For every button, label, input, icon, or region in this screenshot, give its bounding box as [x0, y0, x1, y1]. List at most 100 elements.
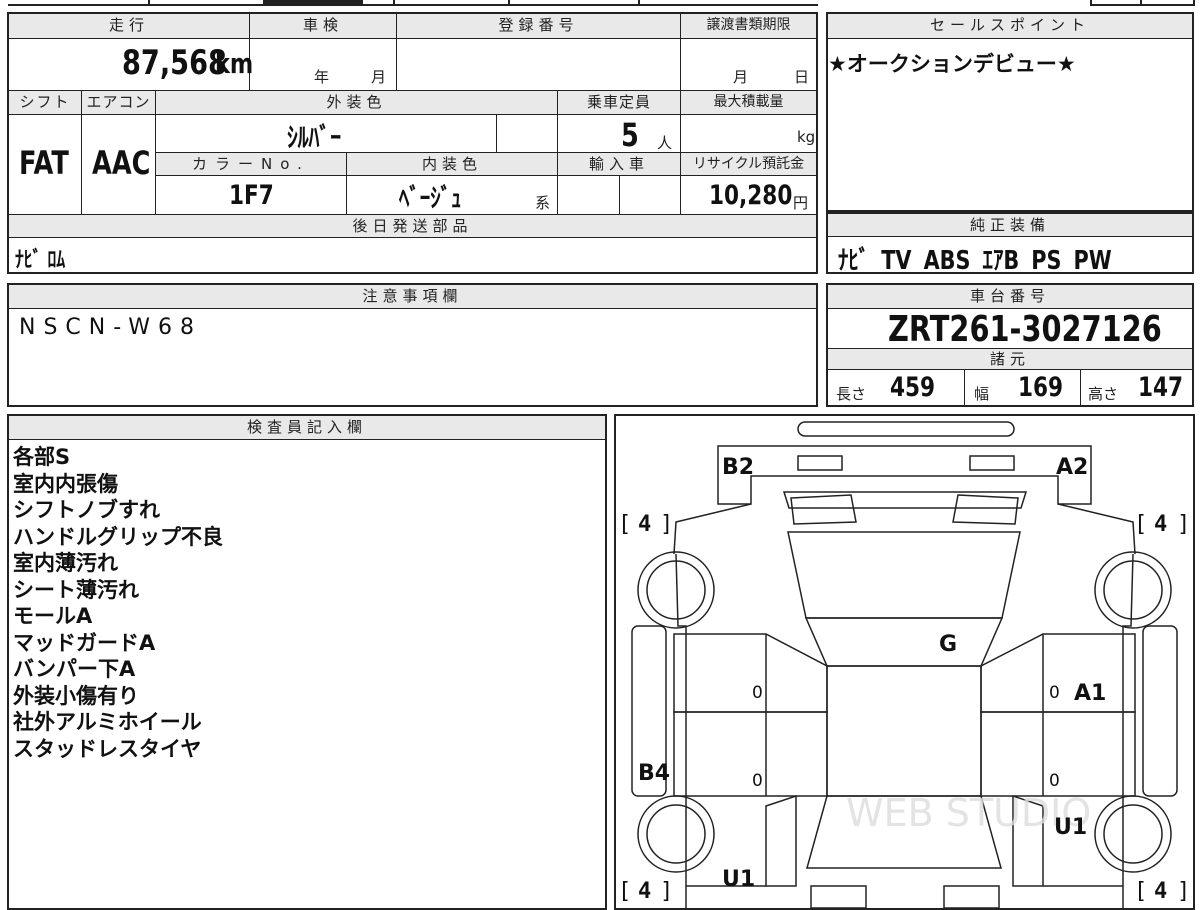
color-no-value: 1F7	[229, 180, 274, 211]
mark-g: G	[939, 632, 957, 657]
tire-rear-right-bracket: [	[1134, 879, 1147, 904]
wheel-rear-left	[637, 795, 715, 873]
sales-point-text: ★オークションデビュー★	[828, 52, 1076, 76]
mileage-unit: km	[215, 47, 254, 80]
tire-rear-right: 4	[1154, 879, 1167, 904]
windshield	[787, 531, 1021, 619]
remark-line: 室内薄汚れ	[13, 551, 118, 575]
front-end-outline	[717, 445, 1092, 505]
chassis-box: 車台番号 ZRT261-3027126 諸元 長さ 459 幅 169 高さ 1…	[826, 283, 1194, 407]
headlight-left	[797, 455, 843, 471]
registration-header: 登録番号	[397, 14, 680, 38]
exterior-color-header: 外装色	[156, 91, 557, 114]
remark-line: ハンドルグリップ不良	[13, 524, 223, 549]
inspector-box: 検査員記入欄 各部S 室内内張傷 シフトノブすれ ハンドルグリップ不良 室内薄汚…	[7, 414, 607, 910]
genuine-equipment-box: 純正装備 ﾅﾋﾞ TV ABS ｴｱB PS PW	[826, 212, 1194, 276]
remark-line: 外装小傷有り	[13, 683, 139, 708]
rear-door-left	[673, 711, 828, 797]
body-side-left	[675, 553, 687, 908]
notes-header: 注意事項欄	[9, 285, 816, 308]
tire-front-left-close: ]	[660, 512, 673, 537]
width-value: 169	[1018, 372, 1064, 403]
zero-mark: 0	[1049, 683, 1060, 703]
width-label: 幅	[974, 385, 990, 403]
inspection-header: 車検	[250, 14, 396, 38]
interior-color-value: ﾍﾞｰｼﾞｭ	[399, 184, 462, 214]
deadline-month-unit: 月	[733, 68, 749, 86]
inspection-month-unit: 月	[371, 68, 387, 86]
capacity-value: 5	[621, 116, 639, 154]
top-cut-row-right	[1090, 0, 1195, 6]
deadline-header: 譲渡書類期限	[681, 14, 816, 38]
tire-rear-left-close: ]	[660, 879, 673, 904]
tire-front-left-bracket: [	[618, 512, 631, 537]
height-value: 147	[1138, 372, 1184, 403]
top-cut-row	[8, 0, 818, 6]
interior-color-header: 内装色	[347, 153, 557, 175]
front-door-left	[673, 633, 828, 713]
aircon-header: エアコン	[82, 91, 155, 114]
capacity-unit: 人	[657, 134, 673, 152]
remark-line: シフトノブすれ	[13, 498, 160, 522]
body-outline	[673, 503, 1136, 555]
zero-mark: 0	[1049, 771, 1060, 791]
color-no-header: カラーNo.	[156, 153, 346, 175]
remark-line: シート薄汚れ	[13, 577, 139, 602]
remark-line: 各部S	[13, 445, 71, 469]
tire-rear-left-bracket: [	[618, 879, 631, 904]
chassis-value: ZRT261-3027126	[888, 309, 1162, 350]
mileage-header: 走行	[9, 14, 249, 38]
remark-line: マッドガードA	[13, 630, 156, 655]
tire-rear-left: 4	[638, 879, 651, 904]
roof	[804, 617, 1004, 667]
vehicle-info-box: 走行 車検 登録番号 譲渡書類期限 87,568 km 年 月 月 日 シフト …	[7, 12, 818, 274]
body-side-right	[1122, 553, 1134, 908]
height-label: 高さ	[1088, 385, 1119, 403]
side-panel-right	[1142, 625, 1178, 797]
front-bumper-outline	[797, 421, 1015, 437]
zero-mark: 0	[752, 771, 763, 791]
mark-a1: A1	[1074, 681, 1106, 706]
shift-header: シフト	[9, 91, 81, 114]
front-grille	[782, 491, 1028, 509]
chassis-header: 車台番号	[828, 285, 1192, 308]
wheel-rear-right	[1094, 795, 1172, 873]
deadline-day-unit: 日	[794, 68, 810, 86]
sales-point-box: セールスポイント ★オークションデビュー★	[826, 12, 1194, 212]
tire-front-left: 4	[638, 512, 651, 537]
mark-u1-right: U1	[1054, 815, 1087, 840]
mark-b4: B4	[638, 761, 670, 786]
inspection-year-unit: 年	[314, 68, 330, 86]
import-car-header: 輸入車	[558, 153, 680, 175]
remark-line: 室内内張傷	[13, 471, 118, 496]
tire-front-right-close: ]	[1177, 512, 1190, 537]
notes-box: 注意事項欄 NSCN-W68	[7, 283, 818, 407]
length-value: 459	[890, 372, 936, 403]
mark-a2: A2	[1056, 455, 1088, 480]
inspector-remarks: 各部S 室内内張傷 シフトノブすれ ハンドルグリップ不良 室内薄汚れ シート薄汚…	[13, 444, 223, 762]
recycle-unit: 円	[793, 194, 809, 212]
later-parts-header: 後日発送部品	[9, 215, 816, 237]
recycle-value: 10,280	[709, 180, 793, 211]
car-diagram-box: WEB STUDIO B2 A2 G A1 B4 U1 U1 [ 4 ] [ 4…	[614, 414, 1195, 910]
mark-b2: B2	[722, 455, 754, 480]
genuine-equipment-value: ﾅﾋﾞ TV ABS ｴｱB PS PW	[838, 246, 1112, 276]
sales-point-header: セールスポイント	[828, 14, 1192, 38]
length-label: 長さ	[836, 385, 867, 403]
mark-u1-bottom: U1	[722, 867, 755, 892]
remark-line: 社外アルミホイール	[13, 710, 202, 734]
front-wipers	[790, 494, 1019, 525]
interior-color-suffix: 系	[535, 194, 551, 212]
tire-rear-right-close: ]	[1177, 879, 1190, 904]
genuine-equipment-header: 純正装備	[828, 214, 1192, 236]
headlight-right	[969, 455, 1015, 471]
tire-front-right: 4	[1154, 512, 1167, 537]
remark-line: バンパー下A	[13, 657, 136, 681]
rear-quarter-left	[765, 794, 797, 887]
shift-value: FAT	[19, 144, 69, 182]
car-diagram: WEB STUDIO B2 A2 G A1 B4 U1 U1 [ 4 ] [ 4…	[618, 421, 1190, 908]
inspector-header: 検査員記入欄	[9, 416, 605, 439]
capacity-header: 乗車定員	[558, 91, 680, 114]
exterior-color-value: ｼﾙﾊﾞｰ	[287, 123, 341, 154]
rear-bumper-right	[943, 885, 1000, 908]
